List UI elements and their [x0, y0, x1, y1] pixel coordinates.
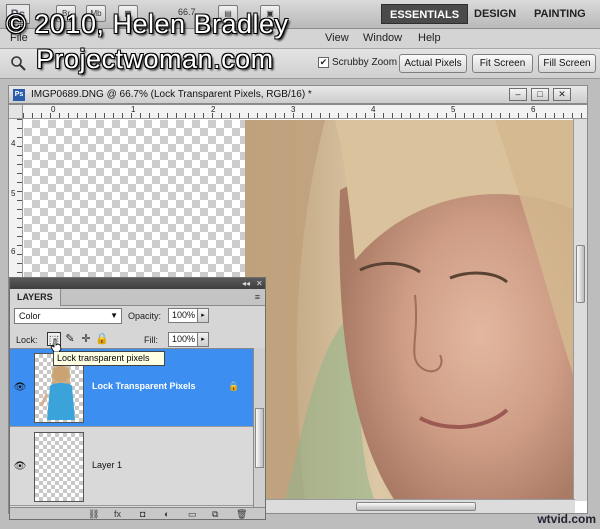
panel-header-bar[interactable]: ◂◂ ✕	[10, 278, 265, 289]
tab-layers[interactable]: LAYERS	[10, 289, 61, 306]
horizontal-scroll-thumb[interactable]	[356, 502, 476, 511]
fill-slider-toggle[interactable]: ▸	[197, 332, 209, 347]
document-title: IMGP0689.DNG @ 66.7% (Lock Transparent P…	[31, 89, 312, 100]
layer-name[interactable]: Lock Transparent Pixels	[92, 381, 196, 391]
minibridge-icon[interactable]: Mb	[86, 5, 106, 22]
zoom-tool-icon[interactable]	[10, 55, 26, 71]
fill-field[interactable]: 100%	[168, 332, 198, 347]
ruler-origin[interactable]	[9, 105, 23, 119]
panel-menu-icon[interactable]: ≡	[255, 292, 260, 302]
workspace-design[interactable]: DESIGN	[466, 4, 524, 24]
layers-panel: ◂◂ ✕ LAYERS ≡ Color ▼ Opacity: 100% ▸ Lo…	[9, 277, 266, 520]
ruler-tick-label: 5	[451, 105, 456, 114]
close-document-button[interactable]: ✕	[553, 88, 571, 101]
arrange-icon[interactable]: ▤	[218, 5, 238, 22]
menu-help[interactable]: Help	[418, 32, 441, 44]
layers-panel-footer: ⛓ fx ◘ ◐ ▭ ⧉ 🗑	[10, 507, 265, 519]
maximize-button[interactable]: □	[531, 88, 549, 101]
horizontal-ruler[interactable]: 0 1 2 3 4 5 6	[23, 105, 587, 119]
layer-mask-icon[interactable]: ◘	[140, 508, 145, 520]
vertical-scrollbar[interactable]	[573, 119, 587, 501]
lock-position-icon[interactable]: ✛	[79, 332, 93, 346]
fit-screen-button[interactable]: Fit Screen	[472, 54, 533, 73]
scrubby-zoom-label: Scrubby Zoom	[332, 57, 398, 68]
bridge-icon[interactable]: Br	[56, 5, 76, 22]
ruler-tick-label: 0	[51, 105, 56, 114]
layer-style-icon[interactable]: fx	[114, 508, 121, 520]
photoshop-window: Ps Br Mb ▦ 66.7 ▤ ▣ ESSENTIALS DESIGN PA…	[0, 0, 600, 529]
ruler-tick-label: 1	[131, 105, 136, 114]
menu-bar: File View Window Help	[0, 29, 600, 49]
girl-photo	[245, 120, 575, 501]
layer-thumbnail	[34, 432, 84, 502]
scrubby-zoom-checkbox[interactable]: ✔	[318, 57, 329, 68]
blend-mode-value: Color	[19, 311, 41, 321]
lock-icon: 🔒	[228, 381, 240, 391]
new-layer-icon[interactable]: ⧉	[212, 508, 218, 520]
layers-list: 👁 Lock Transparent Pixels 🔒 👁 Layer 1	[10, 348, 253, 507]
workspace-essentials[interactable]: ESSENTIALS	[381, 4, 469, 24]
eye-icon[interactable]: 👁	[13, 460, 27, 474]
panel-tab-strip: LAYERS ≡	[10, 289, 265, 306]
collapse-panel-icon[interactable]: ◂◂	[242, 279, 250, 288]
close-panel-icon[interactable]: ✕	[256, 279, 263, 288]
fill-screen-button[interactable]: Fill Screen	[538, 54, 596, 73]
layers-scrollbar[interactable]	[253, 348, 265, 507]
lock-image-pixels-icon[interactable]: ✎	[63, 332, 77, 346]
document-type-icon: Ps	[13, 89, 25, 101]
chevron-down-icon: ▼	[110, 311, 118, 320]
horizontal-scrollbar[interactable]	[264, 499, 575, 513]
layer-row[interactable]: 👁 Layer 1	[10, 428, 253, 506]
options-bar: ✔ Scrubby Zoom Actual Pixels Fit Screen …	[0, 49, 600, 79]
link-layers-icon[interactable]: ⛓	[88, 508, 99, 520]
ruler-tick-label: 2	[211, 105, 216, 114]
ruler-tick-label: 6	[11, 247, 16, 256]
ruler-tick-label: 5	[11, 189, 16, 198]
screen-mode-icon[interactable]: ▣	[260, 5, 280, 22]
zoom-level[interactable]: 66.7	[178, 7, 196, 17]
corner-watermark: wtvid.com	[537, 512, 596, 526]
vertical-scroll-thumb[interactable]	[576, 245, 585, 303]
document-tab[interactable]: Ps IMGP0689.DNG @ 66.7% (Lock Transparen…	[8, 85, 588, 104]
ruler-tick-label: 4	[11, 139, 16, 148]
layers-scroll-thumb[interactable]	[255, 408, 264, 468]
workspace-painting[interactable]: PAINTING	[526, 4, 594, 24]
lock-label: Lock:	[16, 335, 38, 345]
blend-mode-select[interactable]: Color ▼	[14, 308, 122, 324]
hand-cursor-icon	[50, 338, 62, 352]
trash-icon[interactable]: 🗑	[236, 508, 247, 520]
layer-name[interactable]: Layer 1	[92, 460, 122, 470]
ruler-tick-label: 4	[371, 105, 376, 114]
view-extras-icon[interactable]: ▦	[118, 5, 138, 22]
actual-pixels-button[interactable]: Actual Pixels	[399, 54, 467, 73]
ruler-tick-label: 6	[531, 105, 536, 114]
minimize-button[interactable]: –	[509, 88, 527, 101]
new-group-icon[interactable]: ▭	[188, 508, 197, 520]
eye-icon[interactable]: 👁	[13, 381, 27, 395]
adjustment-layer-icon[interactable]: ◐	[164, 508, 169, 520]
photoshop-logo: Ps	[6, 4, 30, 24]
menu-view[interactable]: View	[325, 32, 349, 44]
application-bar: Ps Br Mb ▦ 66.7 ▤ ▣ ESSENTIALS DESIGN PA…	[0, 0, 600, 29]
ruler-tick-label: 3	[291, 105, 296, 114]
opacity-label: Opacity:	[128, 311, 162, 321]
lock-all-icon[interactable]: 🔒	[95, 332, 109, 346]
opacity-field[interactable]: 100%	[168, 308, 198, 323]
lock-transparent-tooltip: Lock transparent pixels	[53, 351, 165, 366]
opacity-slider-toggle[interactable]: ▸	[197, 308, 209, 323]
menu-file[interactable]: File	[10, 32, 28, 44]
fill-label: Fill:	[144, 335, 158, 345]
menu-window[interactable]: Window	[363, 32, 402, 44]
